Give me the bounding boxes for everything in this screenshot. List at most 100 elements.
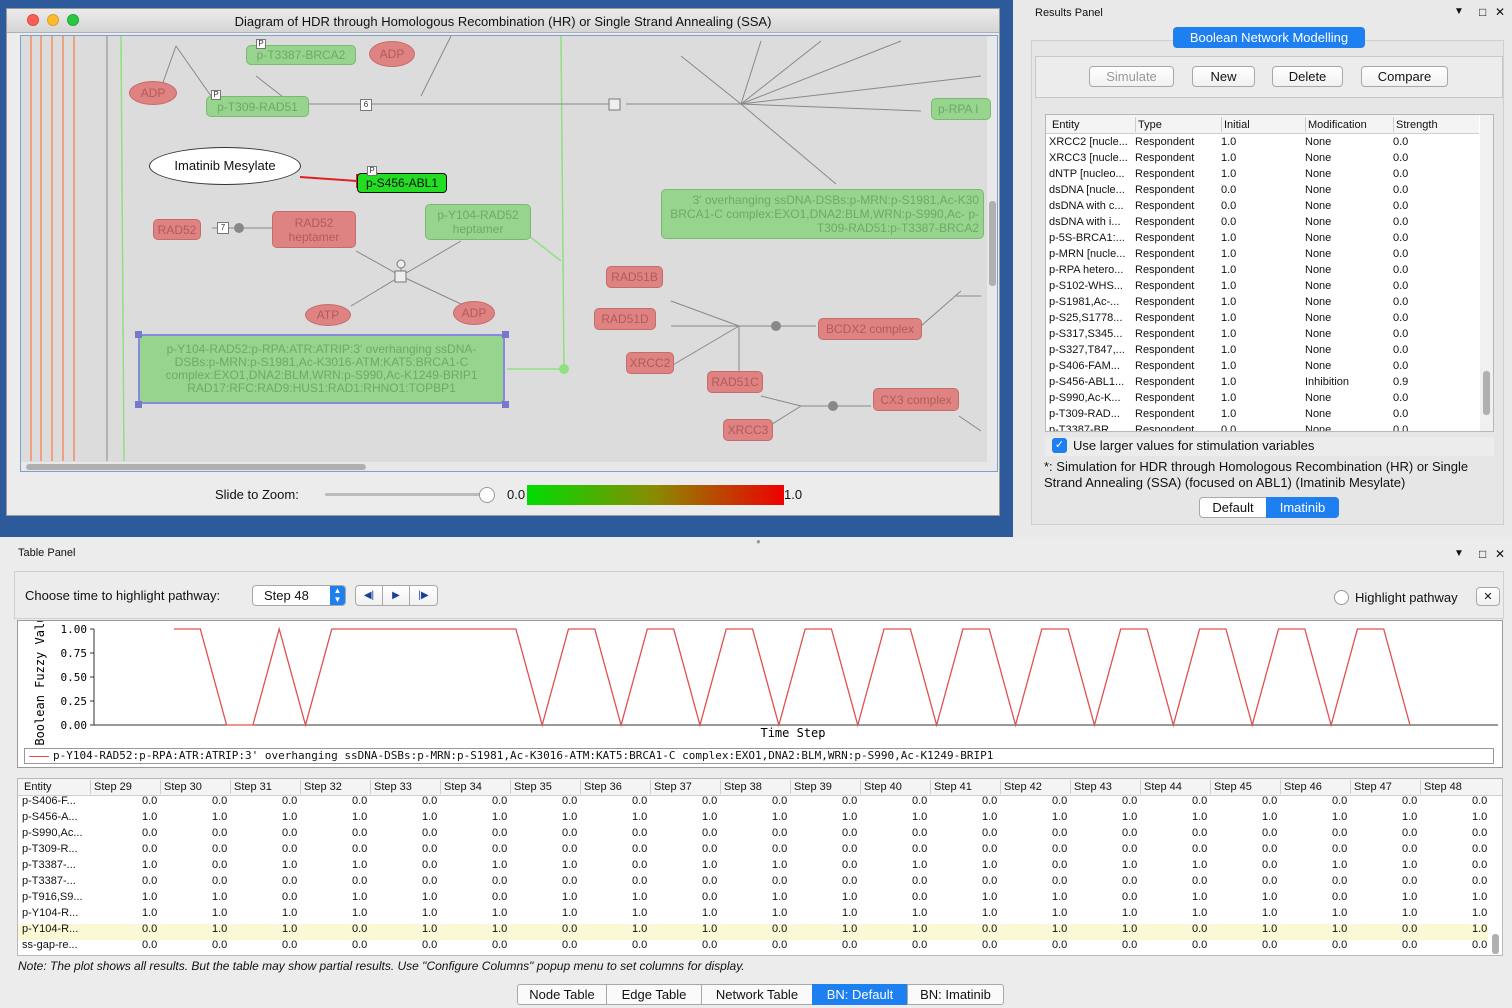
column-header[interactable]: Strength — [1396, 119, 1438, 131]
network-table-tab[interactable]: Network Table — [701, 984, 813, 1005]
entity-table[interactable]: Entity Type Initial Modification Strength XRC… — [1045, 114, 1494, 432]
column-header[interactable]: Step 45 — [1214, 781, 1252, 793]
column-header[interactable]: Step 36 — [584, 781, 622, 793]
node-rad52[interactable]: RAD52 — [153, 219, 201, 240]
node-rad51c[interactable]: RAD51C — [707, 371, 763, 393]
step-table-cell: 1.0 — [282, 811, 298, 823]
y-tick-label: 1.00 — [61, 623, 88, 636]
step-table-cell: 0.0 — [282, 843, 298, 855]
node-p-t309-rad51[interactable]: p-T309-RAD51 — [206, 96, 309, 117]
panel-menu-icon[interactable]: ▼ — [1454, 548, 1464, 559]
selection-handle[interactable] — [135, 401, 142, 408]
node-p-s456-abl1[interactable]: p-S456-ABL1 — [357, 173, 447, 193]
step-table-cell: 0.0 — [1472, 859, 1488, 871]
node-p-rpa[interactable]: p-RPA I — [931, 98, 991, 120]
edge-table-tab[interactable]: Edge Table — [606, 984, 702, 1005]
column-header[interactable]: Step 41 — [934, 781, 972, 793]
column-header[interactable]: Entity — [1052, 119, 1080, 131]
node-rad51d[interactable]: RAD51D — [594, 308, 656, 330]
column-header[interactable]: Step 37 — [654, 781, 692, 793]
step-first-button[interactable]: ◀| — [355, 585, 383, 606]
diagram-canvas[interactable]: p-T3387-BRCA2 P ADP ADP p-T309-RAD51 P 6… — [20, 35, 998, 472]
step-table-cell: 0.0 — [842, 843, 858, 855]
node-rad52-heptamer[interactable]: RAD52 heptamer — [272, 211, 356, 248]
node-atp[interactable]: ATP — [305, 304, 351, 326]
node-xrcc2[interactable]: XRCC2 — [626, 352, 674, 374]
larger-values-checkbox[interactable]: ✓ — [1052, 438, 1067, 453]
column-header[interactable]: Step 47 — [1354, 781, 1392, 793]
step-last-button[interactable]: |▶ — [409, 585, 438, 606]
column-header[interactable]: Step 48 — [1424, 781, 1462, 793]
splitter-handle[interactable]: ● — [756, 537, 764, 546]
selection-handle[interactable] — [135, 331, 142, 338]
panel-menu-icon[interactable]: ▼ — [1454, 6, 1464, 17]
simulation-note: *: Simulation for HDR through Homologous… — [1044, 459, 1469, 490]
column-header[interactable]: Step 30 — [164, 781, 202, 793]
simulate-button[interactable]: Simulate — [1089, 66, 1174, 87]
node-ssdna-dsb-complex[interactable]: 3' overhanging ssDNA-DSBs:p-MRN:p-S1981,… — [661, 189, 984, 239]
selection-handle[interactable] — [502, 401, 509, 408]
zoom-slider-thumb[interactable] — [479, 487, 495, 503]
panel-float-icon[interactable]: □ — [1479, 5, 1486, 19]
step-table-cell: 1.0 — [912, 859, 928, 871]
boolean-network-modelling-tab[interactable]: Boolean Network Modelling — [1173, 27, 1365, 48]
column-header[interactable]: Step 42 — [1004, 781, 1042, 793]
chart-legend: p-Y104-RAD52:p-RPA:ATR:ATRIP:3' overhang… — [24, 748, 1494, 764]
panel-close-icon[interactable]: ✕ — [1495, 5, 1505, 19]
column-header[interactable]: Step 46 — [1284, 781, 1322, 793]
stoichiometry-badge: 7 — [217, 222, 229, 234]
entity-table-cell: 0.0 — [1393, 328, 1409, 340]
column-header[interactable]: Initial — [1224, 119, 1250, 131]
step-table[interactable]: Entity Step 29 Step 30 Step 31 Step 32 Step 3… — [17, 778, 1503, 956]
node-p-y104-rad52-heptamer[interactable]: p-Y104-RAD52 heptamer — [425, 204, 531, 240]
scrollbar-thumb[interactable] — [1483, 371, 1490, 415]
column-header[interactable]: Step 44 — [1144, 781, 1182, 793]
imatinib-tab[interactable]: Imatinib — [1266, 497, 1339, 518]
scrollbar-thumb[interactable] — [1492, 934, 1499, 954]
column-header[interactable]: Step 34 — [444, 781, 482, 793]
entity-table-scrollbar[interactable] — [1480, 115, 1493, 431]
node-p-y104-rad52-complex[interactable]: p-Y104-RAD52:p-RPA:ATR:ATRIP:3' overhang… — [138, 334, 505, 404]
column-header[interactable]: Step 40 — [864, 781, 902, 793]
column-header[interactable]: Step 32 — [304, 781, 342, 793]
node-xrcc3[interactable]: XRCC3 — [723, 419, 773, 441]
node-imatinib-mesylate[interactable]: Imatinib Mesylate — [149, 147, 301, 185]
new-button[interactable]: New — [1192, 66, 1255, 87]
column-header[interactable]: Modification — [1308, 119, 1367, 131]
delete-button[interactable]: Delete — [1272, 66, 1343, 87]
column-header[interactable]: Step 35 — [514, 781, 552, 793]
node-adp[interactable]: ADP — [129, 81, 177, 105]
step-table-cell: 0.0 — [212, 827, 228, 839]
zoom-slider-track[interactable] — [325, 493, 490, 496]
node-adp[interactable]: ADP — [453, 301, 495, 325]
highlight-pathway-radio[interactable] — [1334, 590, 1349, 605]
step-table-cell: 0.0 — [1052, 939, 1068, 951]
column-header[interactable]: Entity — [24, 781, 52, 793]
entity-table-cell: None — [1305, 296, 1332, 308]
node-rad51b[interactable]: RAD51B — [606, 266, 663, 288]
node-cx3-complex[interactable]: CX3 complex — [873, 388, 959, 411]
step-table-cell: 1.0 — [1262, 891, 1278, 903]
bn-default-tab[interactable]: BN: Default — [812, 984, 908, 1005]
column-header[interactable]: Step 31 — [234, 781, 272, 793]
column-header[interactable]: Step 43 — [1074, 781, 1112, 793]
entity-table-cell: 1.0 — [1221, 392, 1237, 404]
node-table-tab[interactable]: Node Table — [517, 984, 607, 1005]
default-tab[interactable]: Default — [1199, 497, 1267, 518]
clear-highlight-button[interactable]: ✕ — [1476, 587, 1500, 606]
column-header[interactable]: Step 33 — [374, 781, 412, 793]
column-header[interactable]: Step 38 — [724, 781, 762, 793]
compare-button[interactable]: Compare — [1361, 66, 1448, 87]
entity-table-cell: None — [1305, 264, 1332, 276]
column-header[interactable]: Step 29 — [94, 781, 132, 793]
bn-imatinib-tab[interactable]: BN: Imatinib — [907, 984, 1004, 1005]
column-header[interactable]: Step 39 — [794, 781, 832, 793]
column-header[interactable]: Type — [1138, 119, 1162, 131]
panel-float-icon[interactable]: □ — [1479, 547, 1486, 561]
node-adp[interactable]: ADP — [369, 41, 415, 67]
node-bcdx2-complex[interactable]: BCDX2 complex — [818, 318, 922, 340]
step-next-button[interactable]: ▶ — [382, 585, 410, 606]
panel-close-icon[interactable]: ✕ — [1495, 547, 1505, 561]
selection-handle[interactable] — [502, 331, 509, 338]
step-select[interactable]: Step 48 ▲ ▼ — [252, 585, 346, 606]
